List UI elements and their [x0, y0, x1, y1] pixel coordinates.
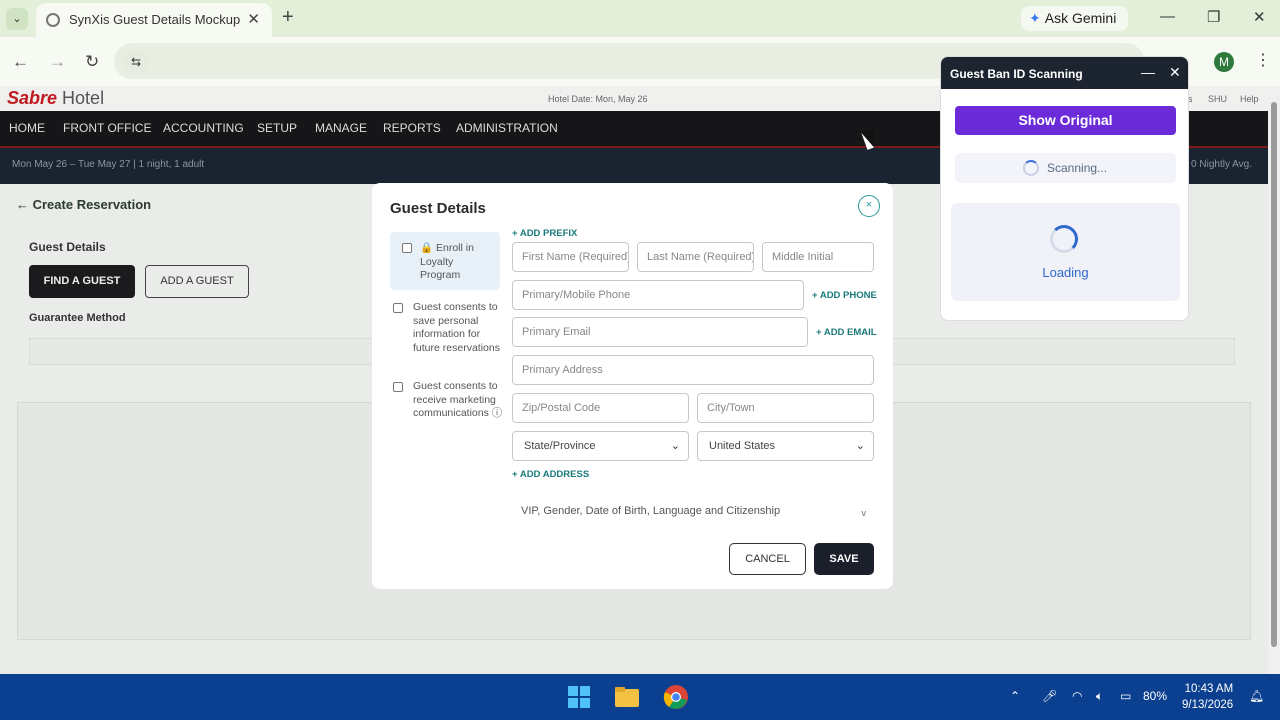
browser-menu-icon[interactable]: ⋮ [1255, 50, 1271, 70]
nav-manage[interactable]: MANAGE [315, 121, 367, 135]
ban-panel-title: Guest Ban ID Scanning [950, 67, 1083, 81]
clock-time: 10:43 AM [1184, 683, 1234, 695]
phone-field[interactable]: Primary/Mobile Phone [512, 280, 804, 310]
nav-setup[interactable]: SETUP [257, 121, 297, 135]
battery-percent: 80% [1143, 689, 1168, 703]
tray-overflow-icon[interactable]: ⌃ [1010, 689, 1020, 703]
additional-details-label: VIP, Gender, Date of Birth, Language and… [521, 505, 781, 517]
guest-details-heading: Guest Details [29, 240, 106, 254]
windows-start-icon[interactable] [566, 684, 592, 710]
wifi-icon[interactable]: ◠ [1072, 689, 1082, 703]
scrollbar-thumb[interactable] [1271, 102, 1277, 647]
first-name-field[interactable]: First Name (Required) [512, 242, 629, 272]
consent-marketing-checkbox[interactable] [393, 382, 403, 392]
nav-administration[interactable]: ADMINISTRATION [456, 121, 558, 135]
reload-button[interactable]: ↻ [85, 52, 99, 72]
loading-spinner-icon [1050, 225, 1078, 253]
stay-dates: Mon May 26 – Tue May 27 | 1 night, 1 adu… [12, 159, 205, 170]
page-title[interactable]: ← Create Reservation [16, 197, 151, 212]
clock[interactable]: 10:43 AM 9/13/2026 [1182, 681, 1233, 713]
state-select-value: State/Province [524, 440, 596, 452]
chevron-down-icon: ⌄ [855, 440, 865, 452]
city-field[interactable]: City/Town [697, 393, 874, 423]
taskbar: ⌃ 🎤︎ ◠ 🔈︎ ▭ 80% 10:43 AM 9/13/2026 🔔︎ [0, 674, 1280, 720]
email-field[interactable]: Primary Email [512, 317, 808, 347]
battery-icon[interactable]: ▭ [1120, 689, 1131, 703]
microphone-icon[interactable]: 🎤︎ [1042, 689, 1057, 703]
back-button[interactable]: ← [12, 52, 29, 72]
address-field[interactable]: Primary Address [512, 355, 874, 385]
modal-close-icon[interactable]: × [858, 195, 880, 217]
brand-sabre: Sabre [7, 88, 58, 108]
ask-gemini-button[interactable]: ✦ Ask Gemini [1021, 6, 1128, 31]
profile-avatar[interactable]: M [1214, 52, 1234, 72]
new-tab-button[interactable]: + [282, 6, 294, 29]
expand-chevron-icon: v [861, 508, 867, 518]
ban-panel-minimize-button[interactable]: — [1141, 64, 1155, 80]
tab-search-button[interactable]: ⌄ [6, 8, 28, 30]
last-name-field[interactable]: Last Name (Required) [637, 242, 754, 272]
header-link-help[interactable]: Help [1240, 94, 1259, 104]
guest-details-modal: Guest Details × 🔒 Enroll in Loyalty Prog… [372, 183, 893, 589]
page-scrollbar[interactable] [1268, 86, 1280, 674]
guarantee-method-label: Guarantee Method [29, 312, 126, 324]
tab-close-icon[interactable]: ✕ [247, 10, 260, 28]
window-minimize-button[interactable]: — [1160, 8, 1175, 25]
spinner-icon [1023, 160, 1039, 176]
find-guest-button[interactable]: FIND A GUEST [29, 265, 135, 298]
browser-tab[interactable]: SynXis Guest Details Mockup ✕ [36, 3, 272, 37]
zip-field[interactable]: Zip/Postal Code [512, 393, 689, 423]
consent-marketing-label: Guest consents to receive marketing comm… [413, 380, 503, 419]
middle-initial-field[interactable]: Middle Initial [762, 242, 874, 272]
country-select-value: United States [709, 440, 776, 452]
modal-title: Guest Details [390, 200, 486, 217]
hotel-date: Hotel Date: Mon, May 26 [548, 94, 648, 104]
loyalty-checkbox[interactable] [402, 243, 412, 253]
nav-reports[interactable]: REPORTS [383, 121, 441, 135]
notifications-icon[interactable]: 🔔︎ [1249, 689, 1264, 703]
forward-button[interactable]: → [49, 52, 66, 72]
additional-details-expander[interactable]: VIP, Gender, Date of Birth, Language and… [512, 496, 874, 530]
brand-hotel: Hotel [62, 88, 105, 108]
scanning-label: Scanning... [1047, 161, 1108, 175]
loading-label: Loading [1042, 265, 1089, 280]
nav-home[interactable]: HOME [9, 121, 45, 135]
add-phone-link[interactable]: + ADD PHONE [812, 290, 877, 301]
window-restore-button[interactable]: ❐ [1207, 8, 1220, 26]
browser-tab-bar: ⌄ SynXis Guest Details Mockup ✕ + ✦ Ask G… [0, 0, 1280, 37]
globe-icon [46, 13, 60, 27]
ban-scan-panel: Guest Ban ID Scanning — ✕ Show Original … [940, 56, 1189, 321]
consent-save-checkbox[interactable] [393, 303, 403, 313]
cancel-button[interactable]: CANCEL [729, 543, 806, 575]
consent-save-label: Guest consents to save personal informat… [413, 301, 500, 354]
ban-panel-header: Guest Ban ID Scanning — ✕ [941, 57, 1188, 89]
scanning-status: Scanning... [955, 153, 1176, 183]
loading-box: Loading [951, 203, 1180, 301]
brand-logo: Sabre Hotel [7, 88, 104, 109]
add-guest-button[interactable]: ADD A GUEST [145, 265, 249, 298]
header-link-shu[interactable]: SHU [1208, 94, 1227, 104]
nav-accounting[interactable]: ACCOUNTING [163, 121, 244, 135]
nightly-average: 0 Nightly Avg. [1191, 159, 1252, 170]
volume-icon[interactable]: 🔈︎ [1096, 689, 1103, 704]
site-info-icon[interactable]: ⇆ [122, 50, 150, 74]
window-close-button[interactable]: ✕ [1253, 8, 1266, 26]
show-original-button[interactable]: Show Original [955, 106, 1176, 135]
clock-date: 9/13/2026 [1182, 699, 1234, 711]
add-address-link[interactable]: + ADD ADDRESS [512, 469, 589, 480]
ban-panel-close-button[interactable]: ✕ [1169, 64, 1181, 81]
chrome-icon[interactable] [663, 684, 689, 710]
add-email-link[interactable]: + ADD EMAIL [816, 327, 877, 338]
tab-title: SynXis Guest Details Mockup [69, 12, 241, 27]
loyalty-label: 🔒 Enroll in Loyalty Program [420, 242, 474, 281]
gemini-sparkle-icon: ✦ [1029, 10, 1041, 26]
add-prefix-link[interactable]: + ADD PREFIX [512, 228, 577, 239]
country-select[interactable]: United States ⌄ [697, 431, 874, 461]
file-explorer-icon[interactable] [614, 684, 640, 710]
state-select[interactable]: State/Province ⌄ [512, 431, 689, 461]
ask-gemini-label: Ask Gemini [1044, 10, 1117, 26]
nav-front-office[interactable]: FRONT OFFICE [63, 121, 151, 135]
save-button[interactable]: SAVE [814, 543, 874, 575]
chevron-down-icon: ⌄ [670, 440, 680, 452]
